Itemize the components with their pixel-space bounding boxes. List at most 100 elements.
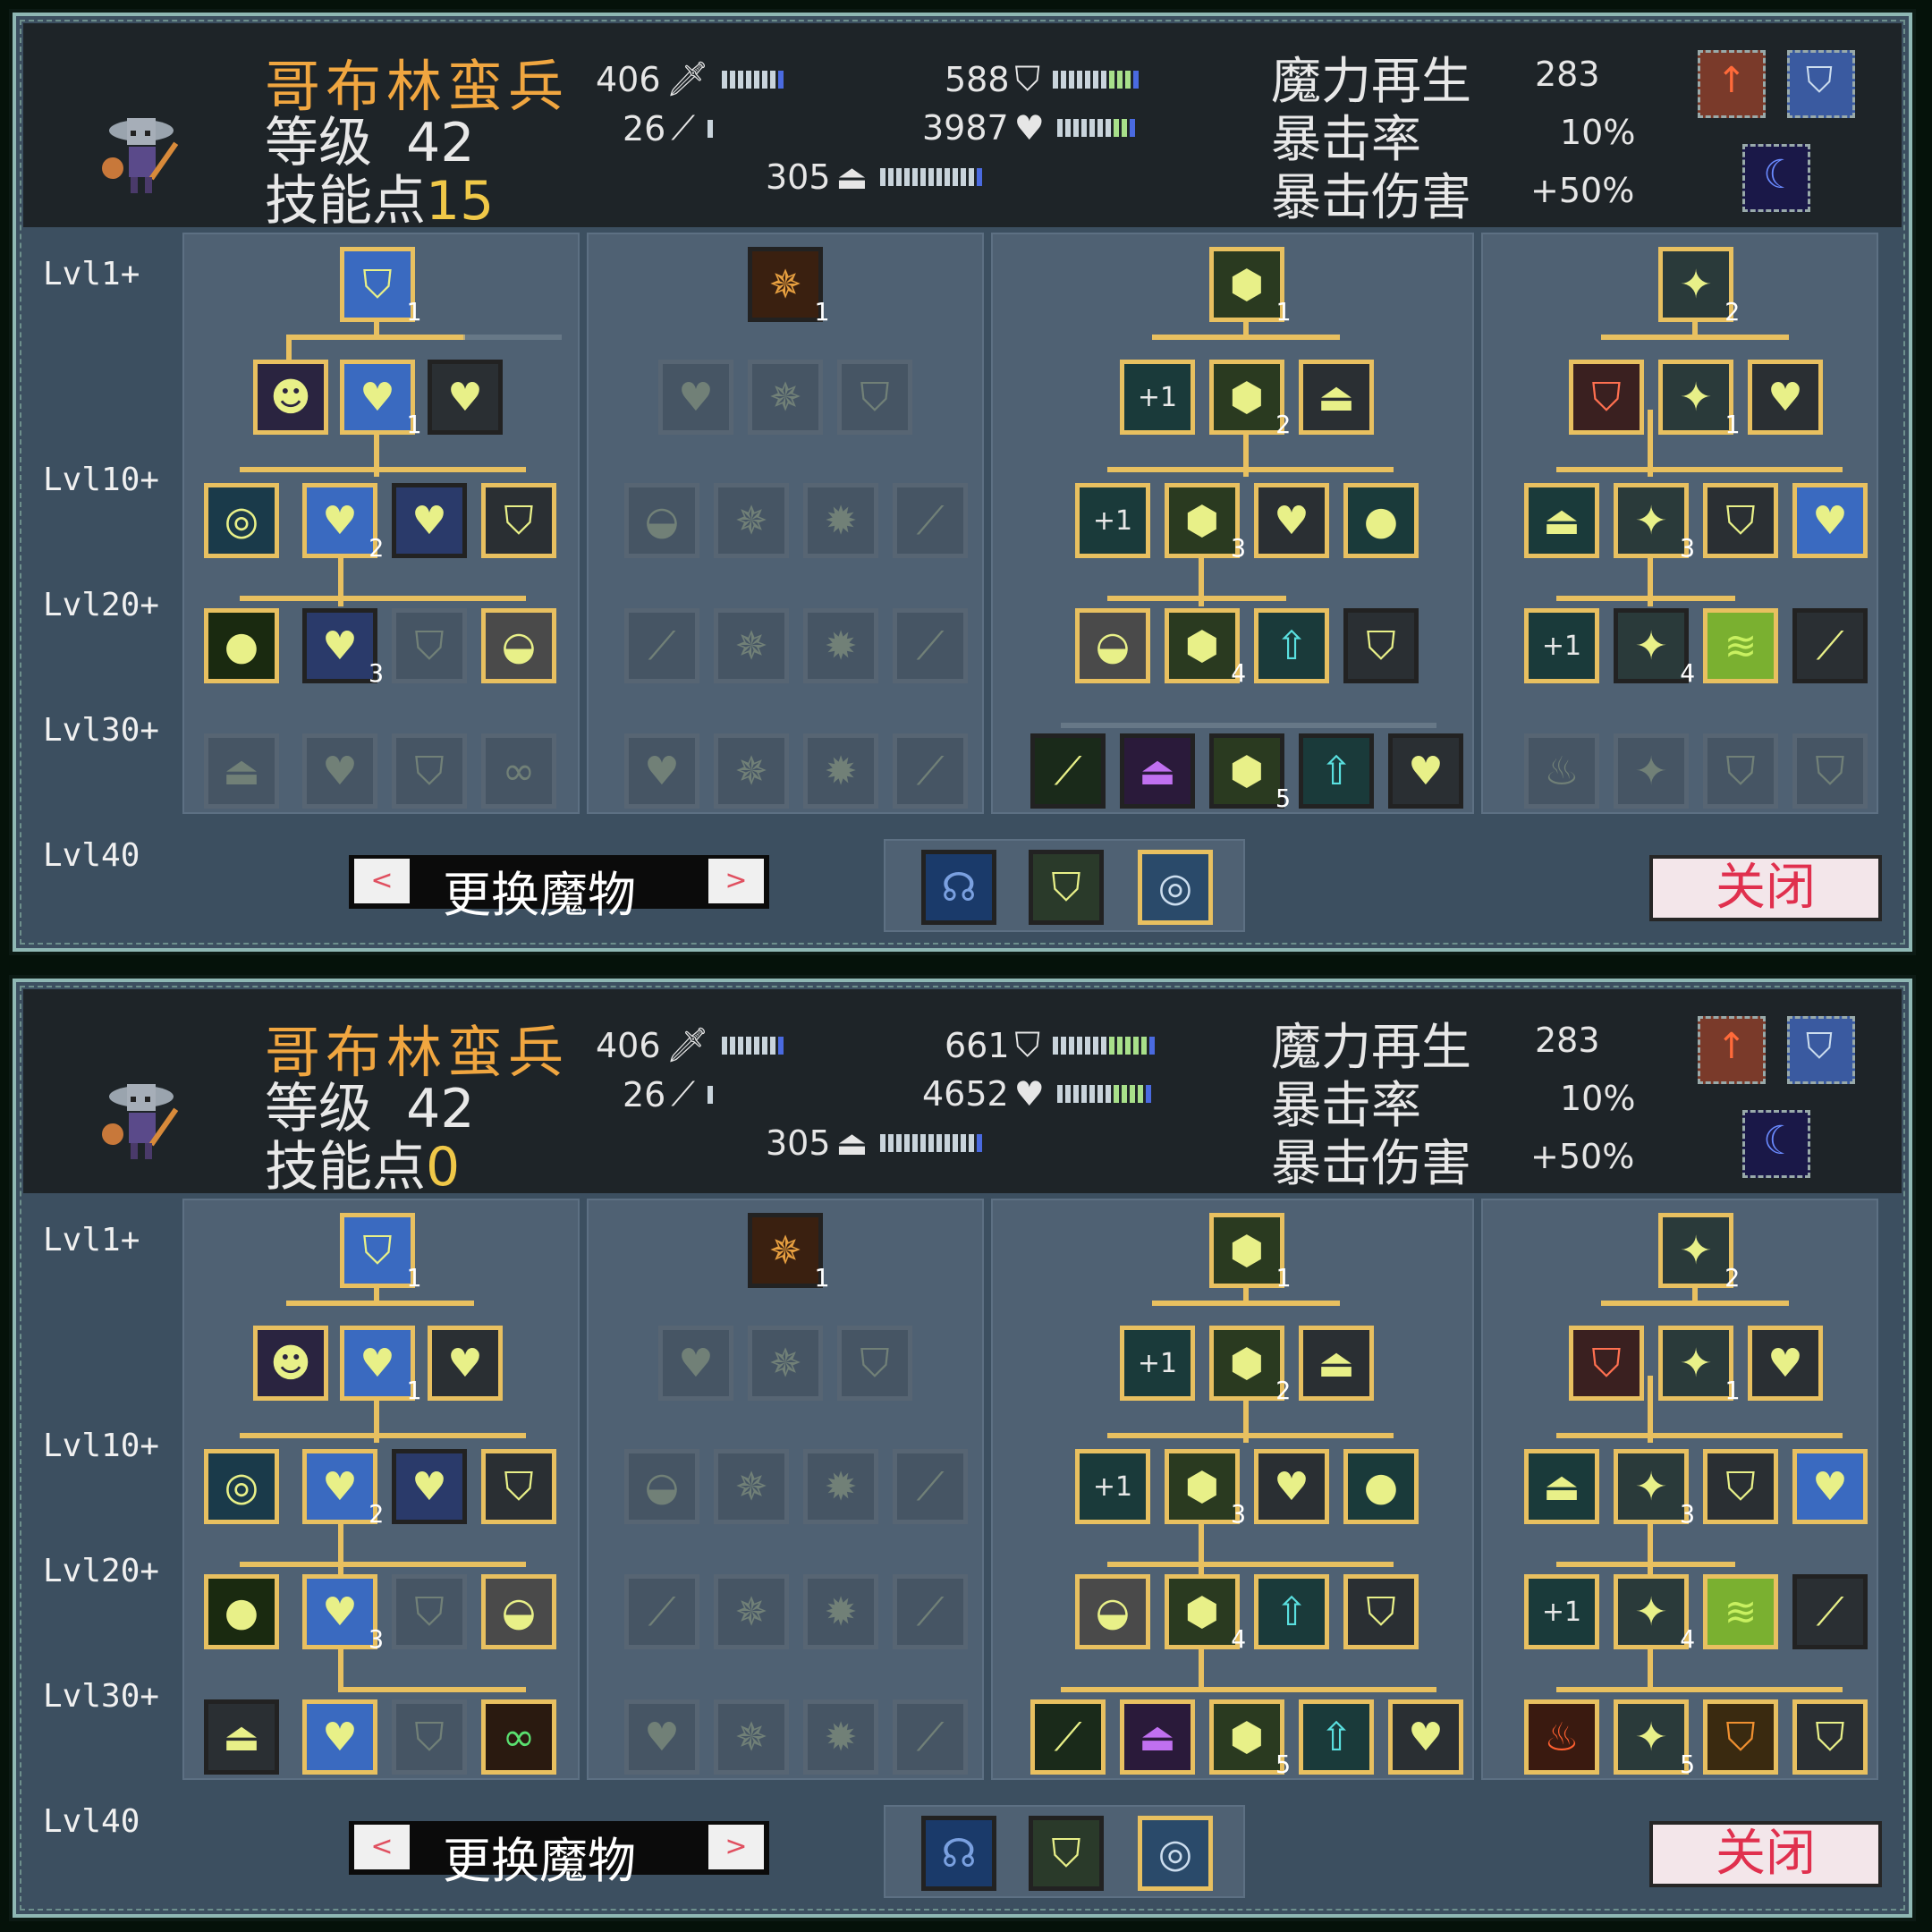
shield-locked-icon[interactable]: ⛉ [392,1574,467,1649]
locked-burst-icon[interactable]: ✹ [803,1449,878,1524]
locked-burst-2-icon[interactable]: ✹ [803,608,878,683]
potion-locked-icon[interactable]: ⏏ [204,733,279,809]
health-upgrade-4-icon[interactable]: ♥ [1388,1699,1463,1775]
locked-sword-3-icon[interactable]: ⟋ [893,608,968,683]
dark-heart-icon[interactable]: ♥ [392,483,467,558]
attack-locked-icon[interactable]: ⟋ [1792,1574,1868,1649]
teal-arrow-icon[interactable]: ⇧ [1254,1574,1329,1649]
plus-one-3-icon[interactable]: +1 [1524,1574,1599,1649]
locked-shield-icon[interactable]: ⛉ [837,1326,912,1401]
blue-skin-icon[interactable]: ☊ [921,1816,996,1891]
locked-shield-icon[interactable]: ⛉ [837,360,912,435]
health-upgrade-3-icon[interactable]: ♥ [1748,1326,1823,1401]
green-scales-icon[interactable]: ≋ [1703,1574,1778,1649]
purple-potion-icon[interactable]: ⏏ [1120,1699,1195,1775]
magic-sparkle-5-icon[interactable]: ✦ 5 [1614,1699,1695,1779]
green-shield-2-icon[interactable]: ⬢ 2 [1209,1326,1291,1405]
defense-upgrade-2-icon[interactable]: ⛉ [1703,1449,1778,1524]
plus-one-2-icon[interactable]: +1 [1075,1449,1150,1524]
shell-icon[interactable]: ◒ [481,608,556,683]
green-skin-icon[interactable]: ⛉ [1029,850,1104,925]
teal-orb-icon[interactable]: ● [1343,483,1419,558]
plus-one-icon[interactable]: +1 [1120,360,1195,435]
goblin-shield-icon[interactable]: ☻ [253,360,328,435]
magic-sparkle-4-icon[interactable]: ✦ 4 [1614,608,1695,688]
shell-2-icon[interactable]: ◒ [1075,1574,1150,1649]
next-monster-button[interactable]: > [708,859,764,903]
next-monster-button[interactable]: > [708,1825,764,1869]
green-shield-skill-icon[interactable]: ⬢ 1 [1209,247,1291,326]
close-button[interactable]: 关闭 [1649,855,1882,921]
orange-shield-icon[interactable]: ⛉ [1703,1699,1778,1775]
magic-sparkle-icon[interactable]: ✦ 2 [1658,1213,1740,1292]
locked-sword-icon[interactable]: ⟋ [893,483,968,558]
magic-sparkle-3-icon[interactable]: ✦ 3 [1614,1449,1695,1529]
defense-locked-icon[interactable]: ⛉ [1343,608,1419,683]
ring-shield-icon[interactable]: ◎ [204,1449,279,1524]
selected-skin-icon[interactable]: ◎ [1138,850,1213,925]
blue-skin-icon[interactable]: ☊ [921,850,996,925]
fire-locked-icon[interactable]: ♨ [1524,733,1599,809]
green-scales-icon[interactable]: ≋ [1703,608,1778,683]
prev-monster-button[interactable]: < [354,859,410,903]
locked-spark-4-icon[interactable]: ✵ [714,733,789,809]
selected-skin-icon[interactable]: ◎ [1138,1816,1213,1891]
teal-arrow-icon[interactable]: ⇧ [1254,608,1329,683]
defense-locked-2-icon[interactable]: ⛉ [1792,733,1868,809]
defense-upgrade-3-icon[interactable]: ⛉ [1343,1574,1419,1649]
broken-shield-icon[interactable]: ⛉ [1569,1326,1644,1401]
locked-health-icon[interactable]: ♥ [658,360,733,435]
shell-icon[interactable]: ◒ [481,1574,556,1649]
attack-locked-icon[interactable]: ⟋ [1792,608,1868,683]
mana-upgrade-icon[interactable]: ⏏ [1299,1326,1374,1401]
locked-burst-3-icon[interactable]: ✹ [803,1699,878,1775]
shell-2-icon[interactable]: ◒ [1075,608,1150,683]
plus-one-2-icon[interactable]: +1 [1075,483,1150,558]
green-shield-2-icon[interactable]: ⬢ 2 [1209,360,1291,439]
locked-heart-icon[interactable]: ♥ [624,733,699,809]
locked-health-icon[interactable]: ♥ [658,1326,733,1401]
green-shield-3-icon[interactable]: ⬢ 3 [1165,1449,1246,1529]
magic-sparkle-2-icon[interactable]: ✦ 1 [1658,1326,1740,1405]
health-upgrade-icon[interactable]: ♥ [428,1326,503,1401]
locked-bag-icon[interactable]: ◒ [624,1449,699,1524]
teal-arrow-2-icon[interactable]: ⇧ [1299,1699,1374,1775]
health-upgrade-2-icon[interactable]: ♥ [1254,1449,1329,1524]
green-shield-4-icon[interactable]: ⬢ 4 [1165,608,1246,688]
health-upgrade-3-icon[interactable]: ♥ [1748,360,1823,435]
magic-sparkle-2-icon[interactable]: ✦ 1 [1658,360,1740,439]
magic-defense-button[interactable]: ⛉ [1787,1016,1855,1084]
locked-sword-4-icon[interactable]: ⟋ [893,1699,968,1775]
attack-up-button[interactable]: ↑ [1698,1016,1766,1084]
defense-upgrade-icon[interactable]: ⛉ [481,483,556,558]
locked-burst-icon[interactable]: ✹ [803,483,878,558]
change-monster-label[interactable]: 更换魔物 [443,855,636,926]
heart-plus-icon[interactable]: ♥ [302,1699,377,1775]
rope-locked-icon[interactable]: ∞ [481,733,556,809]
locked-burst-3-icon[interactable]: ✹ [803,733,878,809]
magic-sparkle-icon[interactable]: ✦ 2 [1658,247,1740,326]
locked-heart-icon[interactable]: ♥ [624,1699,699,1775]
dark-heart-icon[interactable]: ♥ [392,1449,467,1524]
green-shield-5-icon[interactable]: ⬢ 5 [1209,1699,1291,1779]
plus-one-3-icon[interactable]: +1 [1524,608,1599,683]
locked-bag-icon[interactable]: ◒ [624,483,699,558]
defense-upgrade-4-icon[interactable]: ⛉ [1792,1699,1868,1775]
health-upgrade-2-icon[interactable]: ♥ [1254,483,1329,558]
golden-ring-icon[interactable]: ● [204,1574,279,1649]
hearts-shield-icon[interactable]: ♥ 1 [340,1326,421,1405]
mana-upgrade-icon[interactable]: ⏏ [1299,360,1374,435]
night-mode-button[interactable]: ☾ [1742,1110,1810,1178]
locked-spark-2-icon[interactable]: ✵ [714,483,789,558]
sparkle-locked-icon[interactable]: ✦ [1614,733,1689,809]
shield-locked-2-icon[interactable]: ⛉ [392,733,467,809]
night-mode-button[interactable]: ☾ [1742,144,1810,212]
magic-defense-button[interactable]: ⛉ [1787,50,1855,118]
change-monster-label[interactable]: 更换魔物 [443,1821,636,1892]
ring-shield-icon[interactable]: ◎ [204,483,279,558]
golden-ring-icon[interactable]: ● [204,608,279,683]
locked-spark-icon[interactable]: ✵ [748,360,823,435]
locked-sword-icon[interactable]: ⟋ [893,1449,968,1524]
double-heart-icon[interactable]: ♥ 2 [302,1449,384,1529]
hearts-active-icon[interactable]: ♥ 3 [302,1574,384,1654]
